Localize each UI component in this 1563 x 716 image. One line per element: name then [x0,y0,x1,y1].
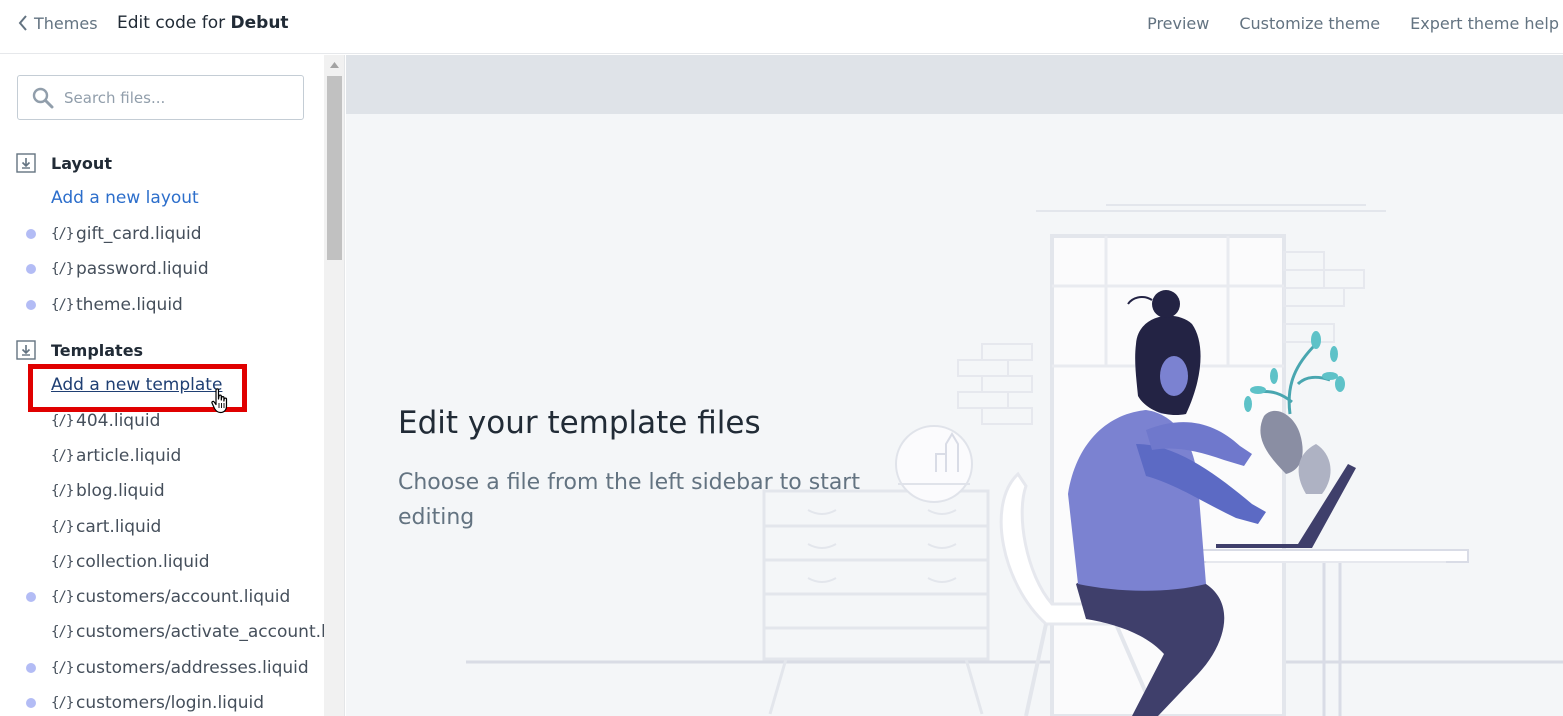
file-name[interactable]: 404.liquid [76,411,160,431]
code-icon: {/} [51,448,74,464]
theme-name: Debut [230,13,289,33]
file-name[interactable]: customers/account.liquid [76,587,290,607]
modified-dot [26,663,36,673]
scrollbar-thumb[interactable] [327,76,342,260]
modified-dot [26,264,36,274]
add-new-template-link[interactable]: Add a new template [51,375,222,395]
file-sidebar: Layout Add a new layout {/} gift_card.li… [0,55,324,716]
file-name[interactable]: cart.liquid [76,517,161,537]
code-icon: {/} [51,226,74,242]
page-title-prefix: Edit code for [117,13,226,33]
file-name[interactable]: customers/login.liquid [76,693,264,713]
file-row[interactable]: {/} theme.liquid [0,292,324,318]
modified-dot [26,300,36,310]
code-icon: {/} [51,261,74,277]
templates-section-toggle[interactable]: Templates [16,339,143,361]
file-name[interactable]: blog.liquid [76,481,165,501]
customize-theme-link[interactable]: Customize theme [1239,14,1380,33]
scroll-up-arrow-icon[interactable] [324,55,345,75]
file-row[interactable]: {/} password.liquid [0,256,324,282]
file-name[interactable]: article.liquid [76,446,181,466]
code-icon: {/} [51,660,74,676]
modified-dot [26,592,36,602]
back-label: Themes [34,13,98,33]
code-icon: {/} [51,483,74,499]
file-row[interactable]: {/} cart.liquid [0,514,324,540]
top-bar: Themes Edit code for Debut Preview Custo… [0,0,1563,54]
hand-pointer-icon [211,388,228,414]
back-to-themes-link[interactable]: Themes [14,11,98,35]
search-input[interactable] [64,88,284,107]
editor-empty-state: Edit your template files Choose a file f… [346,55,1563,716]
file-row[interactable]: {/} blog.liquid [0,478,324,504]
folder-download-icon [16,340,36,360]
file-row[interactable]: {/} collection.liquid [0,549,324,575]
file-name[interactable]: customers/addresses.liquid [76,658,309,678]
file-row[interactable]: {/} 404.liquid [0,408,324,434]
file-row[interactable]: {/} gift_card.liquid [0,221,324,247]
file-name[interactable]: gift_card.liquid [76,224,202,244]
editor-tab-strip [346,55,1563,114]
top-links: Preview Customize theme Expert theme hel… [1147,11,1559,35]
code-icon: {/} [51,695,74,711]
code-icon: {/} [51,589,74,605]
page-title: Edit code for Debut [117,11,289,35]
search-box[interactable] [17,75,304,120]
file-name[interactable]: password.liquid [76,259,209,279]
file-name[interactable]: customers/activate_account.liquid [76,622,324,642]
search-icon [32,87,54,108]
templates-section-title: Templates [51,340,144,360]
expert-theme-help-link[interactable]: Expert theme help [1410,14,1559,33]
empty-state-title: Edit your template files [398,405,761,441]
file-row[interactable]: {/} article.liquid [0,443,324,469]
file-row[interactable]: {/} customers/login.liquid [0,690,324,716]
empty-state-description: Choose a file from the left sidebar to s… [398,470,860,530]
folder-download-icon [16,153,36,173]
code-icon: {/} [51,297,74,313]
layout-section-title: Layout [51,153,112,173]
chevron-left-icon [14,11,32,35]
layout-section-toggle[interactable]: Layout [16,152,112,174]
code-icon: {/} [51,413,74,429]
file-name[interactable]: collection.liquid [76,552,210,572]
file-name[interactable]: theme.liquid [76,295,183,315]
modified-dot [26,698,36,708]
file-row[interactable]: {/} customers/addresses.liquid [0,655,324,681]
file-row[interactable]: {/} customers/account.liquid [0,584,324,610]
file-row[interactable]: {/} customers/activate_account.liquid [0,619,324,645]
sidebar-scrollbar[interactable] [324,55,345,716]
preview-link[interactable]: Preview [1147,14,1209,33]
code-icon: {/} [51,624,74,640]
modified-dot [26,229,36,239]
add-new-layout-link[interactable]: Add a new layout [51,188,199,208]
code-icon: {/} [51,554,74,570]
code-icon: {/} [51,519,74,535]
